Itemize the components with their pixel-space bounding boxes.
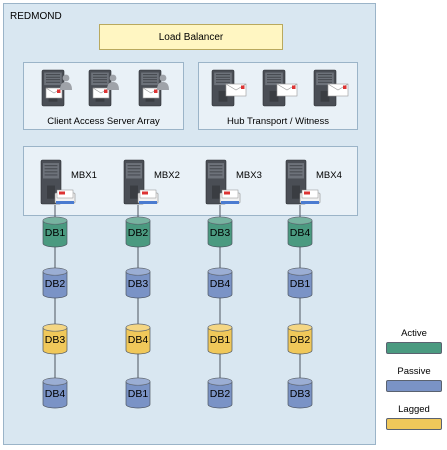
cas-server-icon [138, 69, 169, 107]
hub-transport-server-icon [313, 69, 349, 107]
database-label: DB1 [127, 388, 149, 400]
database-label: DB1 [209, 334, 231, 346]
hub-transport-server-icon [211, 69, 247, 107]
mailbox-server-name: MBX1 [71, 170, 97, 181]
legend-active-swatch [386, 342, 442, 354]
database-label: DB4 [209, 278, 231, 290]
database-label: DB2 [44, 278, 66, 290]
mailbox-server-icon [205, 159, 241, 205]
mailbox-server-name: MBX4 [316, 170, 342, 181]
cas-server-icon [88, 69, 119, 107]
database-label: DB3 [289, 388, 311, 400]
database-label: DB1 [289, 278, 311, 290]
hub-transport-server-icon [262, 69, 298, 107]
legend-lagged-swatch [386, 418, 442, 430]
database-label: DB2 [209, 388, 231, 400]
mailbox-server-icon [40, 159, 76, 205]
legend-passive-label: Passive [397, 366, 431, 377]
mailbox-server-name: MBX3 [236, 170, 262, 181]
database-label: DB4 [289, 227, 311, 239]
database-label: DB4 [127, 334, 149, 346]
database-label: DB3 [127, 278, 149, 290]
legend-lagged-label: Lagged [398, 404, 430, 415]
database-label: DB3 [44, 334, 66, 346]
database-label: DB1 [44, 227, 66, 239]
database-label: DB3 [209, 227, 231, 239]
database-label: DB4 [44, 388, 66, 400]
cas-server-icon [41, 69, 72, 107]
mailbox-server-name: MBX2 [154, 170, 180, 181]
database-label: DB2 [127, 227, 149, 239]
mailbox-server-icon [285, 159, 321, 205]
legend-passive-swatch [386, 380, 442, 392]
database-label: DB2 [289, 334, 311, 346]
legend-active-label: Active [401, 328, 427, 339]
mailbox-server-icon [123, 159, 159, 205]
